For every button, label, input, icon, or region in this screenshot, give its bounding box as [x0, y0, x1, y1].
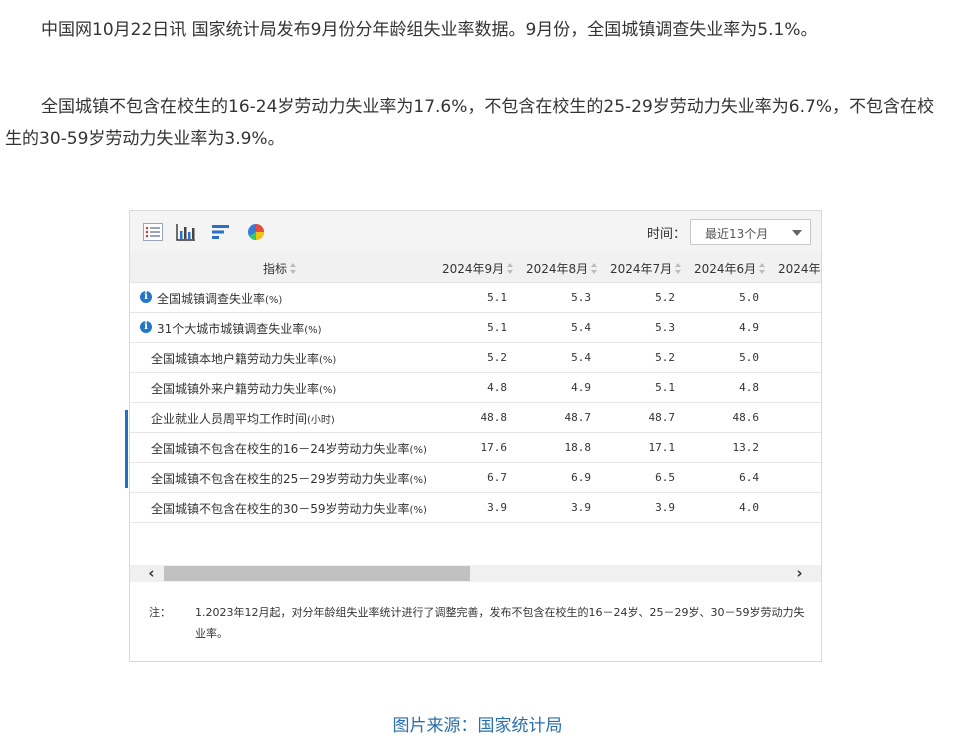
table-row[interactable]: 全国城镇不包含在校生的16－24岁劳动力失业率(%) 17.6 18.8 17.1 13… [130, 433, 821, 463]
cell-value: 4 [783, 411, 821, 424]
cell-value: 6.7 [487, 471, 507, 484]
table-row[interactable]: 全国城镇不包含在校生的25－29岁劳动力失业率(%) 6.7 6.9 6.5 6.4 [130, 463, 821, 493]
pie-chart-icon[interactable] [246, 223, 266, 241]
table-row[interactable]: 全国城镇外来户籍劳动力失业率(%) 4.8 4.9 5.1 4.8 [130, 373, 821, 403]
cell-value: 5.3 [655, 321, 675, 334]
row-indicator-name: 全国城镇不包含在校生的16－24岁劳动力失业率(%) [151, 442, 427, 456]
sort-icon[interactable] [591, 263, 598, 274]
table-row[interactable]: 全国城镇不包含在校生的30－59岁劳动力失业率(%) 3.9 3.9 3.9 4.0 [130, 493, 821, 523]
header-col-1[interactable]: 2024年9月 [442, 260, 514, 277]
sort-icon[interactable] [675, 263, 682, 274]
cell-value: 5.4 [571, 351, 591, 364]
image-source-caption[interactable]: 图片来源：国家统计局 [0, 711, 955, 736]
bar-chart-icon[interactable] [176, 223, 196, 241]
row-indicator-name: 31个大城市城镇调查失业率(%) [157, 322, 322, 336]
cell-value: 5.1 [655, 381, 675, 394]
article-paragraph-2: 全国城镇不包含在校生的16-24岁劳动力失业率为17.6%，不包含在校生的25-… [5, 97, 934, 149]
cell-value: 17.1 [648, 441, 676, 454]
chevron-down-icon [792, 230, 802, 236]
cell-value: 3.9 [571, 501, 591, 514]
cell-value: 5.0 [739, 291, 759, 304]
cell-value: 13.2 [732, 441, 760, 454]
cell-value: 48.8 [480, 411, 508, 424]
cell-value: 48.6 [732, 411, 760, 424]
cell-value: 5.1 [487, 291, 507, 304]
row-indicator-name: 企业就业人员周平均工作时间(小时) [151, 412, 335, 426]
cell-value: 17.6 [480, 441, 508, 454]
row-indicator-name: 全国城镇本地户籍劳动力失业率(%) [151, 352, 337, 366]
cell-value: 1 [783, 441, 821, 454]
header-col-3[interactable]: 2024年7月 [610, 260, 682, 277]
table-view-icon[interactable] [143, 223, 163, 241]
row-indicator-name: 全国城镇调查失业率(%) [157, 292, 283, 306]
cell-value: 6.4 [739, 471, 759, 484]
table-row[interactable]: i 31个大城市城镇调查失业率(%) 5.1 5.4 5.3 4.9 [130, 313, 821, 343]
header-col-5[interactable]: 2024年5月 [778, 260, 821, 277]
scroll-right-icon[interactable]: › [791, 565, 808, 582]
table-header: 指标 2024年9月 2024年8月 2024年7月 2024年6月 2024年… [130, 252, 821, 283]
info-icon[interactable]: i [140, 291, 152, 303]
cell-value: 4.9 [571, 381, 591, 394]
cell-value: 5.2 [487, 351, 507, 364]
table-row[interactable]: 全国城镇本地户籍劳动力失业率(%) 5.2 5.4 5.2 5.0 [130, 343, 821, 373]
horizontal-bar-icon[interactable] [211, 223, 231, 241]
time-label: 时间： [647, 227, 687, 242]
scrollbar-thumb[interactable] [164, 566, 470, 581]
data-widget: 时间： 最近13个月 指标 2024年9月 2024年8月 2024年7月 20… [125, 210, 822, 662]
time-range-select[interactable]: 最近13个月 [690, 219, 811, 245]
cell-value: 4.8 [739, 381, 759, 394]
article-paragraph-1: 中国网10月22日讯 国家统计局发布9月份分年龄组失业率数据。9月份，全国城镇调… [41, 20, 818, 40]
table-row[interactable]: 企业就业人员周平均工作时间(小时) 48.8 48.7 48.7 48.6 4 [130, 403, 821, 433]
header-indicator[interactable]: 指标 [263, 260, 297, 277]
cell-value: 4.9 [739, 321, 759, 334]
cell-value: 5.2 [655, 351, 675, 364]
scroll-left-icon[interactable]: ‹ [143, 565, 160, 582]
cell-value: 3.9 [487, 501, 507, 514]
selection-indicator [125, 410, 128, 488]
cell-value: 5.2 [655, 291, 675, 304]
header-col-2[interactable]: 2024年8月 [526, 260, 598, 277]
cell-value: 4.8 [487, 381, 507, 394]
row-indicator-name: 全国城镇不包含在校生的25－29岁劳动力失业率(%) [151, 472, 427, 486]
sort-icon[interactable] [290, 263, 297, 274]
sort-icon[interactable] [507, 263, 514, 274]
cell-value: 48.7 [648, 411, 676, 424]
cell-value: 18.8 [564, 441, 592, 454]
table-row[interactable]: i 全国城镇调查失业率(%) 5.1 5.3 5.2 5.0 [130, 283, 821, 313]
data-table: 指标 2024年9月 2024年8月 2024年7月 2024年6月 2024年… [130, 252, 821, 562]
cell-value: 48.7 [564, 411, 592, 424]
cell-value: 6.9 [571, 471, 591, 484]
cell-value: 5.1 [487, 321, 507, 334]
cell-value: 5.3 [571, 291, 591, 304]
note-text: 1.2023年12月起，对分年龄组失业率统计进行了调整完善，发布不包含在校生的1… [195, 606, 805, 640]
row-indicator-name: 全国城镇外来户籍劳动力失业率(%) [151, 382, 337, 396]
sort-icon[interactable] [759, 263, 766, 274]
cell-value: 4.0 [739, 501, 759, 514]
header-col-4[interactable]: 2024年6月 [694, 260, 766, 277]
row-indicator-name: 全国城镇不包含在校生的30－59岁劳动力失业率(%) [151, 502, 427, 516]
cell-value: 5.4 [571, 321, 591, 334]
horizontal-scrollbar[interactable]: ‹ › [130, 565, 821, 582]
info-icon[interactable]: i [140, 321, 152, 333]
cell-value: 5.0 [739, 351, 759, 364]
time-range-value: 最近13个月 [705, 227, 769, 241]
widget-toolbar: 时间： 最近13个月 [130, 211, 821, 253]
note-label: 注： [149, 606, 171, 619]
cell-value: 6.5 [655, 471, 675, 484]
cell-value: 3.9 [655, 501, 675, 514]
